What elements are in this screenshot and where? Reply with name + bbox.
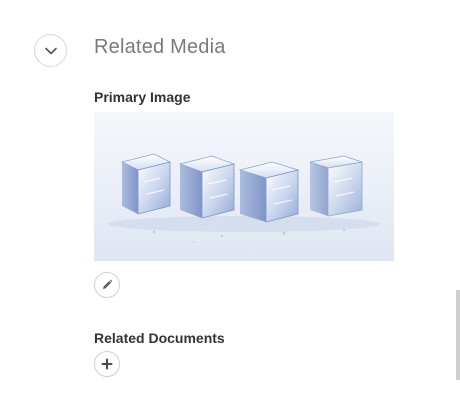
related-documents-label: Related Documents bbox=[94, 330, 225, 346]
section-title: Related Media bbox=[94, 36, 226, 58]
ice-cubes-image bbox=[109, 153, 379, 243]
related-media-section: Related Media Primary Image Related Docu… bbox=[0, 0, 460, 408]
ice-cube-2 bbox=[178, 155, 236, 219]
ice-cube-1 bbox=[120, 153, 172, 215]
primary-image-thumbnail[interactable] bbox=[94, 112, 394, 261]
pencil-icon bbox=[103, 279, 113, 289]
plus-icon bbox=[101, 358, 113, 370]
ice-cube-4 bbox=[309, 155, 363, 217]
edit-image-button[interactable] bbox=[94, 272, 120, 298]
scrollbar[interactable] bbox=[456, 290, 460, 380]
chevron-down-icon bbox=[44, 47, 57, 54]
collapse-toggle-button[interactable] bbox=[34, 34, 67, 67]
add-document-button[interactable] bbox=[94, 351, 120, 377]
primary-image-label: Primary Image bbox=[94, 89, 191, 105]
ice-cube-3 bbox=[238, 161, 300, 223]
